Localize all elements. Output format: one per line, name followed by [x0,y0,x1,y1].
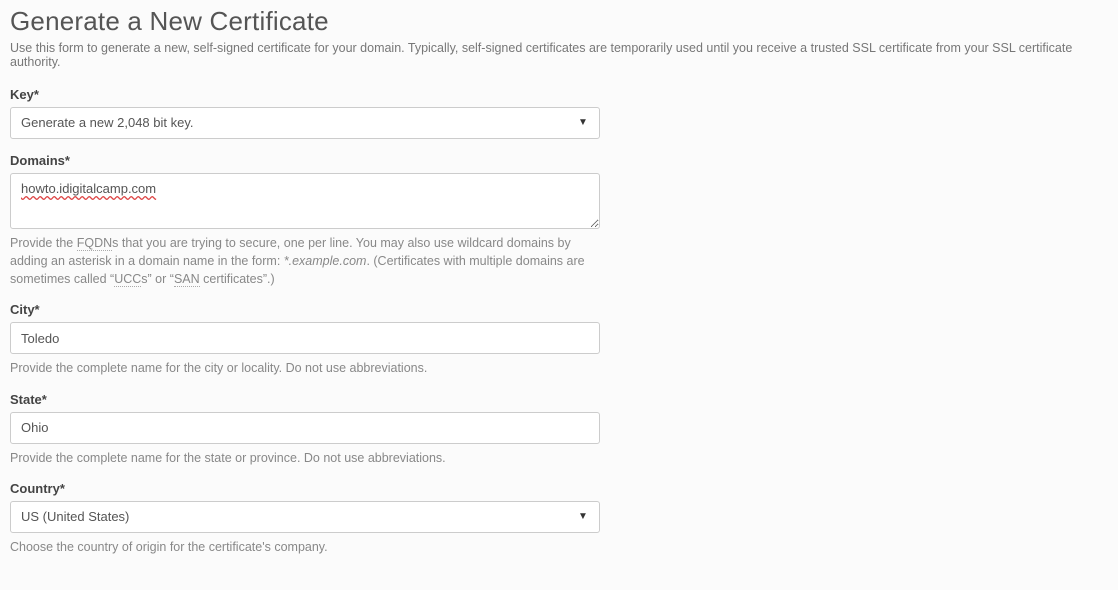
state-label: State* [10,392,600,407]
field-state: State* Provide the complete name for the… [10,392,600,467]
state-help: Provide the complete name for the state … [10,449,600,467]
domains-textarea[interactable]: howto.idigitalcamp.com [10,173,600,229]
key-label: Key* [10,87,600,102]
page-heading: Generate a New Certificate [10,6,1108,37]
city-help: Provide the complete name for the city o… [10,359,600,377]
chevron-down-icon: ▼ [573,108,593,138]
field-domains: Domains* howto.idigitalcamp.com Provide … [10,153,600,288]
city-input[interactable] [10,322,600,354]
country-help: Choose the country of origin for the cer… [10,538,600,556]
domains-value: howto.idigitalcamp.com [21,181,156,196]
field-key: Key* Generate a new 2,048 bit key. ▼ [10,87,600,139]
field-country: Country* US (United States) ▼ Choose the… [10,481,600,556]
domains-label: Domains* [10,153,600,168]
state-input[interactable] [10,412,600,444]
city-label: City* [10,302,600,317]
domains-help: Provide the FQDNs that you are trying to… [10,234,600,288]
key-select-value: Generate a new 2,048 bit key. [21,115,193,130]
key-select[interactable]: Generate a new 2,048 bit key. ▼ [10,107,600,139]
country-label: Country* [10,481,600,496]
page-intro-text: Use this form to generate a new, self-si… [10,41,1108,69]
field-city: City* Provide the complete name for the … [10,302,600,377]
country-select[interactable]: US (United States) ▼ [10,501,600,533]
chevron-down-icon: ▼ [573,502,593,532]
